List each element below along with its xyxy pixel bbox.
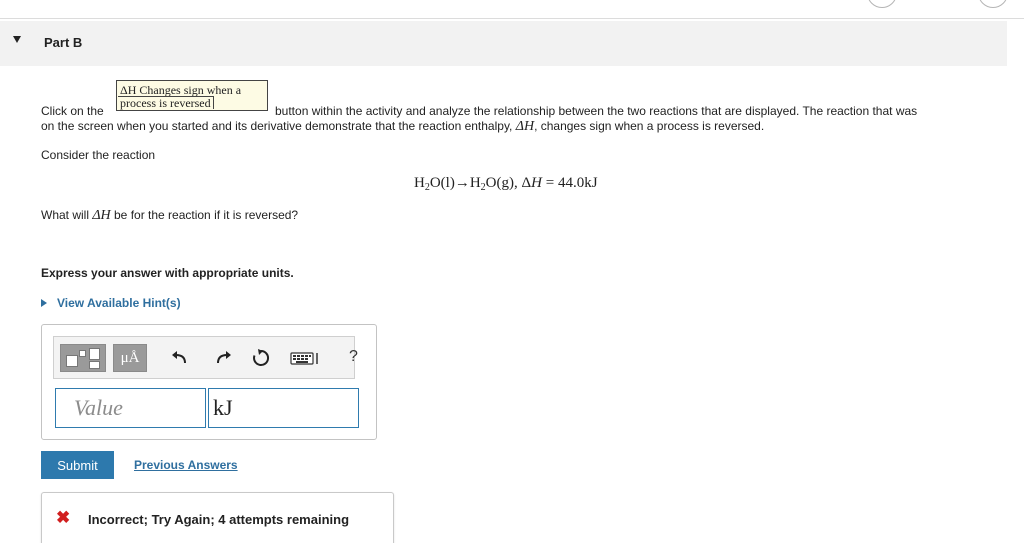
consider-text: Consider the reaction xyxy=(41,148,156,162)
view-hints-link[interactable]: View Available Hint(s) xyxy=(41,296,181,310)
previous-answers-link[interactable]: Previous Answers xyxy=(134,458,238,472)
top-circle-button[interactable] xyxy=(978,0,1008,8)
units-button[interactable]: μÅ xyxy=(113,344,147,372)
templates-icon[interactable] xyxy=(60,344,106,372)
incorrect-x-icon: ✖ xyxy=(56,508,71,527)
answer-box: μÅ ? xyxy=(41,324,377,440)
keyboard-icon[interactable] xyxy=(290,347,322,369)
part-title: Part B xyxy=(44,35,83,50)
top-circle-button[interactable] xyxy=(867,0,897,8)
express-instruction: Express your answer with appropriate uni… xyxy=(41,266,294,280)
feedback-message: Incorrect; Try Again; 4 attempts remaini… xyxy=(88,512,350,527)
redo-icon[interactable] xyxy=(213,347,235,369)
undo-icon[interactable] xyxy=(168,347,190,369)
feedback-box: ✖ Incorrect; Try Again; 4 attempts remai… xyxy=(41,492,394,543)
collapse-triangle-icon[interactable] xyxy=(13,36,21,43)
top-divider xyxy=(0,18,1024,19)
question-text: What will ΔH be for the reaction if it i… xyxy=(41,208,299,223)
part-header[interactable]: Part B xyxy=(0,21,1007,66)
value-input[interactable] xyxy=(55,388,206,428)
delta-h-reversed-button[interactable]: ΔH Changes sign when a process is revers… xyxy=(116,80,268,111)
instruction-line2: on the screen when you started and its d… xyxy=(41,119,765,134)
delta-h-button-label-line2: process is reversed xyxy=(118,96,214,109)
help-button[interactable]: ? xyxy=(349,348,358,366)
reaction-equation: H2O(l)→H2O(g), ΔH = 44.0kJ xyxy=(414,175,598,193)
submit-button[interactable]: Submit xyxy=(41,451,114,479)
delta-h-symbol: ΔH xyxy=(92,208,111,223)
units-input[interactable] xyxy=(208,388,359,428)
math-toolbar: μÅ ? xyxy=(53,336,358,379)
expand-triangle-icon xyxy=(41,299,47,307)
instruction-line1: button within the activity and analyze t… xyxy=(275,104,918,118)
instruction-prefix: Click on the xyxy=(41,104,104,118)
delta-h-symbol: ΔH xyxy=(515,119,535,134)
reset-icon[interactable] xyxy=(250,347,272,369)
